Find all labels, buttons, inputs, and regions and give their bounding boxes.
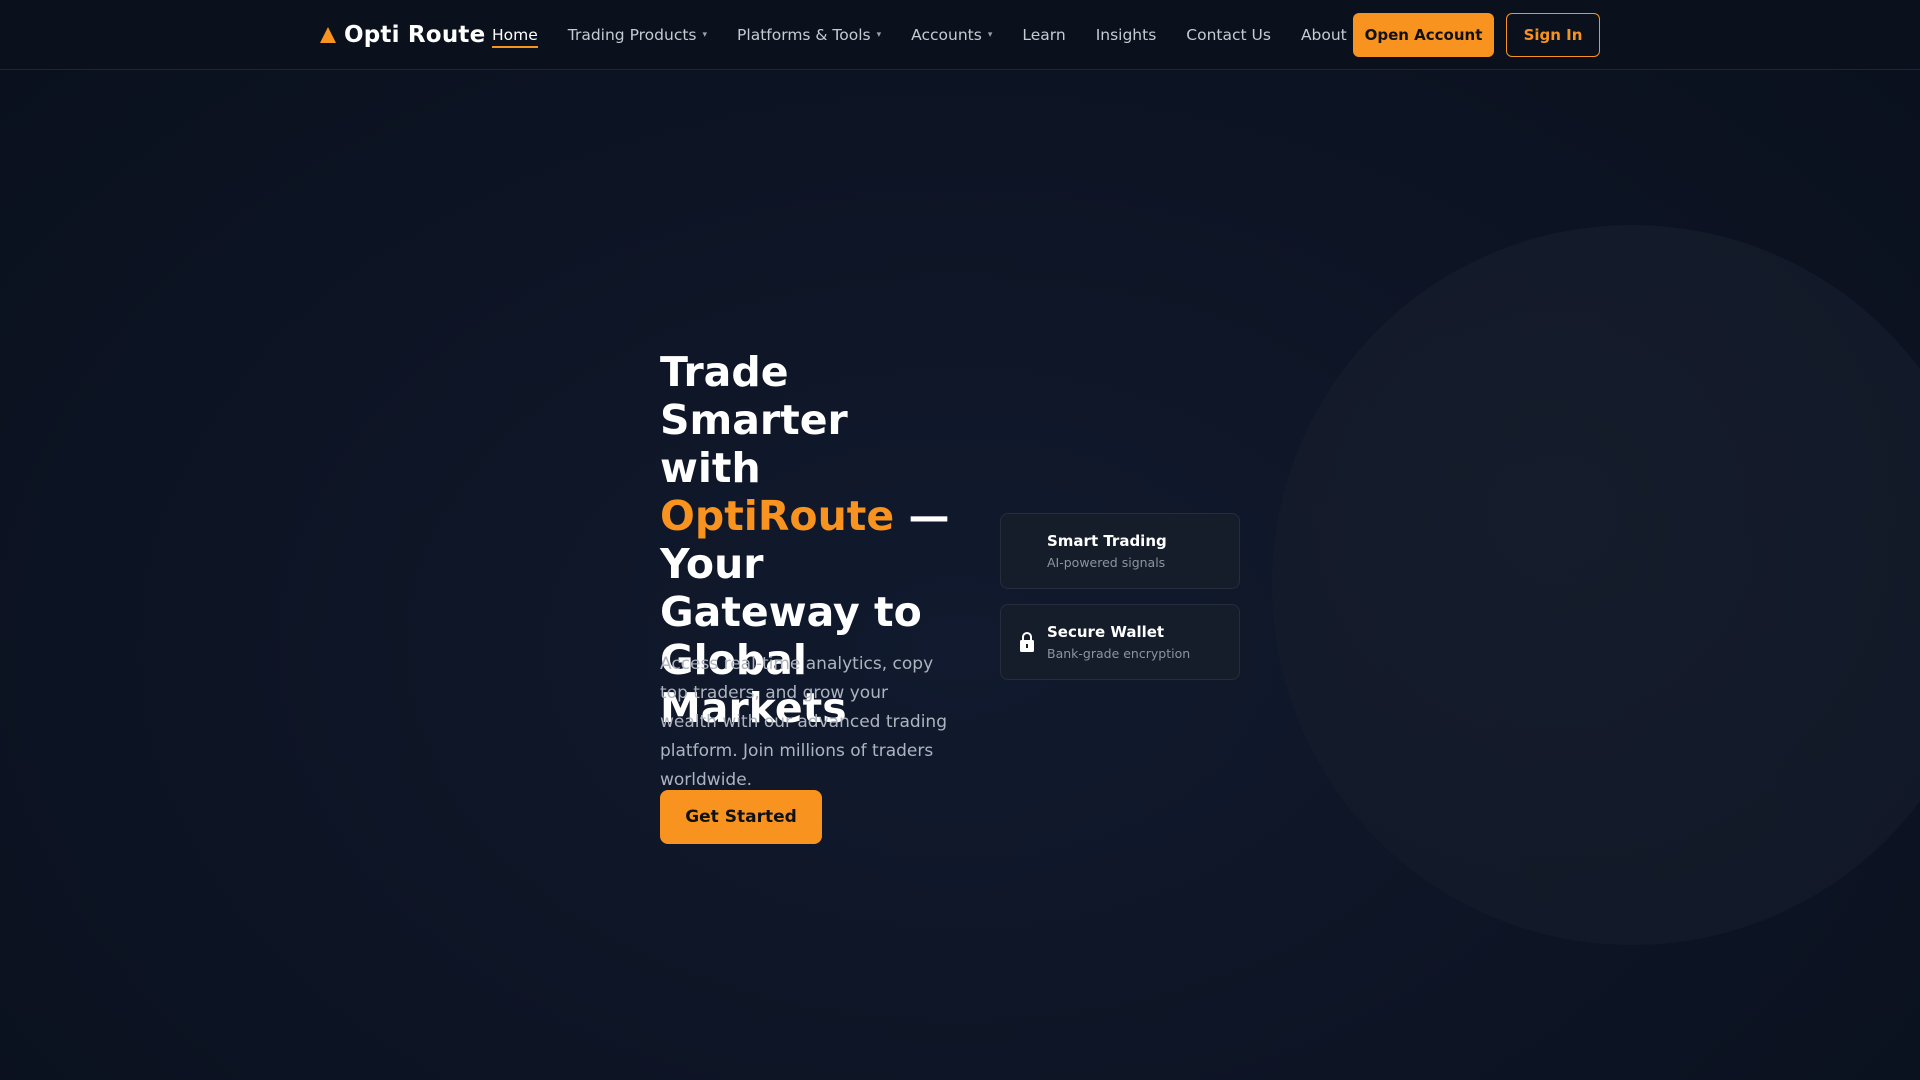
nav-item-home[interactable]: Home xyxy=(492,0,538,70)
caret-down-icon: ▾ xyxy=(987,30,993,40)
main-nav: Home Trading Products ▾ Platforms & Tool… xyxy=(492,0,1401,70)
caret-down-icon: ▾ xyxy=(702,30,708,40)
nav-item-insights[interactable]: Insights xyxy=(1096,0,1157,70)
hero-title-part1: Trade Smarter with xyxy=(660,348,848,492)
feature-card-secure-wallet: Secure Wallet Bank-grade encryption xyxy=(1000,604,1240,680)
background-circle xyxy=(1272,225,1920,945)
nav-item-label: Platforms & Tools xyxy=(737,26,871,44)
hero-description: Access real-time analytics, copy top tra… xyxy=(660,654,947,790)
feature-card-title: Secure Wallet xyxy=(1047,623,1165,641)
caret-down-icon: ▾ xyxy=(876,30,882,40)
feature-card-subtitle: Bank-grade encryption xyxy=(1047,646,1191,661)
page: Opti Route Home Trading Products ▾ Platf… xyxy=(0,0,1920,1080)
site-header: Opti Route Home Trading Products ▾ Platf… xyxy=(0,0,1920,70)
nav-item-contact-us[interactable]: Contact Us xyxy=(1186,0,1271,70)
feature-card-subtitle: AI-powered signals xyxy=(1047,555,1166,570)
feature-card-title: Smart Trading xyxy=(1047,532,1167,550)
nav-item-label: Home xyxy=(492,26,538,44)
logo-text: Opti Route xyxy=(344,22,486,48)
nav-item-accounts[interactable]: Accounts ▾ xyxy=(911,0,992,70)
nav-item-label: Accounts xyxy=(911,26,982,44)
lock-icon xyxy=(1019,631,1035,653)
hero-title-accent: OptiRoute xyxy=(660,492,895,540)
nav-item-platforms-tools[interactable]: Platforms & Tools ▾ xyxy=(737,0,881,70)
triangle-logo-icon xyxy=(320,27,336,43)
nav-item-label: Contact Us xyxy=(1186,26,1271,44)
nav-item-learn[interactable]: Learn xyxy=(1022,0,1065,70)
logo[interactable]: Opti Route xyxy=(320,18,485,52)
feature-card-smart-trading: Smart Trading AI-powered signals xyxy=(1000,513,1240,589)
nav-item-label: Learn xyxy=(1022,26,1066,44)
nav-item-label: Trading Products xyxy=(567,26,697,44)
open-account-button[interactable]: Open Account xyxy=(1353,13,1494,57)
nav-item-label: Insights xyxy=(1095,26,1157,44)
get-started-button[interactable]: Get Started xyxy=(660,790,822,844)
sign-in-button[interactable]: Sign In xyxy=(1506,13,1600,57)
nav-item-trading-products[interactable]: Trading Products ▾ xyxy=(568,0,707,70)
